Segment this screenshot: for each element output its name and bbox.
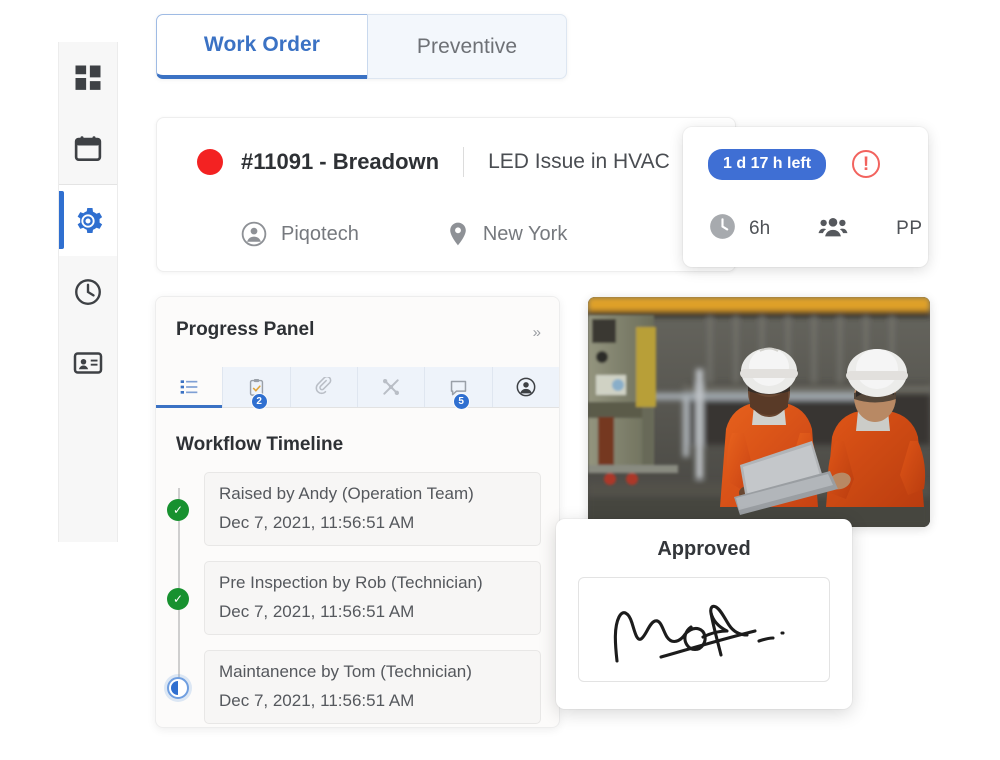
timeline-marker-in-progress-icon <box>167 677 189 699</box>
exclamation-circle-icon[interactable]: ! <box>852 150 881 178</box>
timeline-item-title: Pre Inspection by Rob (Technician) <box>219 573 483 592</box>
panel-tab-tools[interactable] <box>357 367 426 407</box>
panel-tab-tasks[interactable]: 2 <box>223 367 291 410</box>
top-tabbar: Work Order Preventive <box>156 14 567 79</box>
clock-icon <box>75 278 101 305</box>
sla-bottom-row: 6h PP <box>683 212 928 246</box>
timeline-item-box: Maintanence by Tom (Technician) Dec 7, 2… <box>204 650 541 724</box>
location-pin-icon <box>447 221 469 247</box>
timeline-marker-done-icon: ✓ <box>167 588 189 610</box>
left-sidebar <box>58 42 118 542</box>
timeline-item: Maintanence by Tom (Technician) Dec 7, 2… <box>167 650 541 724</box>
work-order-title-row: #11091 - Breadown LED Issue in HVAC <box>157 140 670 184</box>
assigned-team <box>818 214 848 245</box>
people-icon <box>818 214 848 245</box>
work-site-photo <box>588 297 930 527</box>
gear-icon <box>77 207 103 233</box>
calendar-icon <box>74 135 102 161</box>
progress-panel-header: Progress Panel » <box>156 297 559 367</box>
time-left-badge: 1 d 17 h left <box>708 148 827 180</box>
timeline-item-box: Pre Inspection by Rob (Technician) Dec 7… <box>204 561 541 635</box>
workflow-timeline-list: ✓ Raised by Andy (Operation Team) Dec 7,… <box>156 472 559 724</box>
title-divider <box>463 147 465 177</box>
priority-label: PP <box>896 218 923 239</box>
id-card-icon <box>73 351 103 374</box>
list-checklist-icon <box>180 380 198 394</box>
timeline-item-date: Dec 7, 2021, 11:56:51 AM <box>219 691 415 710</box>
work-order-meta-row: Piqotech New York <box>157 214 567 254</box>
work-order-subject: LED Issue in HVAC <box>488 150 670 173</box>
progress-panel-title: Progress Panel <box>176 319 315 340</box>
timeline-item: ✓ Pre Inspection by Rob (Technician) Dec… <box>167 561 541 635</box>
sla-summary-card: 1 d 17 h left ! 6h PP <box>683 127 928 267</box>
panel-tab-comments[interactable]: 5 <box>425 367 493 410</box>
tab-work-order[interactable]: Work Order <box>156 14 367 79</box>
tab-work-order-label: Work Order <box>203 33 321 56</box>
sidebar-item-dashboard[interactable] <box>59 42 117 113</box>
grid-dashboard-icon <box>75 65 101 90</box>
signature-box[interactable] <box>578 577 830 682</box>
sidebar-item-settings[interactable] <box>59 185 117 256</box>
paperclip-icon <box>315 377 332 395</box>
sidebar-item-calendar[interactable] <box>59 113 117 184</box>
approved-title: Approved <box>657 538 751 560</box>
work-order-company: Piqotech <box>241 221 359 247</box>
red-status-dot-icon <box>197 149 223 175</box>
location-label: New York <box>482 222 568 245</box>
duration-label: 6h <box>749 218 771 239</box>
sidebar-item-contacts[interactable] <box>59 327 117 398</box>
handwritten-signature-icon <box>613 604 785 663</box>
timeline-item-date: Dec 7, 2021, 11:56:51 AM <box>219 602 415 621</box>
timeline-item-title: Maintanence by Tom (Technician) <box>219 662 472 681</box>
timeline-item-box: Raised by Andy (Operation Team) Dec 7, 2… <box>204 472 541 546</box>
clock-filled-icon <box>709 213 736 245</box>
user-circle-icon <box>516 377 536 397</box>
timeline-item-title: Raised by Andy (Operation Team) <box>219 484 474 503</box>
work-order-id-title: #11091 - Breadown <box>241 149 440 174</box>
tab-preventive-label: Preventive <box>416 34 518 58</box>
sidebar-item-history[interactable] <box>59 256 117 327</box>
panel-tab-checklist[interactable] <box>156 367 224 408</box>
tab-preventive[interactable]: Preventive <box>367 14 567 79</box>
sidebar-group-bottom <box>59 185 117 398</box>
chevron-double-right-icon[interactable]: » <box>533 325 541 340</box>
sidebar-group-top <box>59 42 117 184</box>
timeline-item: ✓ Raised by Andy (Operation Team) Dec 7,… <box>167 472 541 546</box>
timeline-item-date: Dec 7, 2021, 11:56:51 AM <box>219 513 415 532</box>
panel-tab-attachments[interactable] <box>290 367 358 407</box>
progress-panel-body: Workflow Timeline ✓ Raised by Andy (Oper… <box>156 408 559 724</box>
panel-tab-assignee[interactable] <box>492 367 559 407</box>
app-screenshot: Work Order Preventive #11091 - Breadown … <box>0 0 1000 760</box>
sla-top-row: 1 d 17 h left ! <box>683 148 928 180</box>
approved-signature-card: Approved <box>556 519 852 709</box>
person-icon <box>241 221 267 247</box>
progress-panel-tabbar: 2 5 <box>156 367 559 410</box>
estimated-duration: 6h <box>709 213 770 245</box>
tools-icon <box>383 379 400 395</box>
company-label: Piqotech <box>281 222 359 245</box>
timeline-marker-done-icon: ✓ <box>167 499 189 521</box>
work-order-location: New York <box>447 221 568 247</box>
progress-panel: Progress Panel » 2 5 Workflow Timeline ✓… <box>155 296 560 728</box>
factory-technicians-image <box>588 297 930 527</box>
work-order-header-card: #11091 - Breadown LED Issue in HVAC Piqo… <box>156 117 736 272</box>
workflow-timeline-title: Workflow Timeline <box>176 434 344 455</box>
